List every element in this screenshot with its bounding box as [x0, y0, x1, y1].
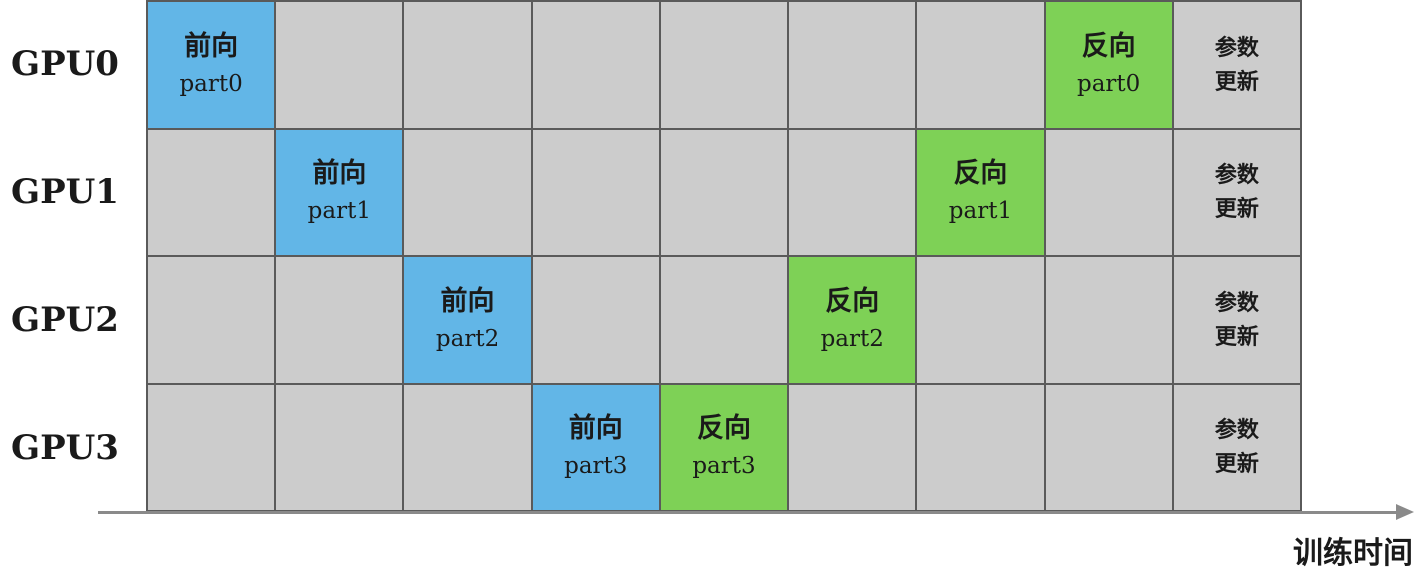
idle-cell [148, 129, 277, 257]
cell-title: 前向 [312, 158, 367, 190]
cell-title: 前向 [440, 285, 495, 317]
time-axis-line [98, 511, 1398, 514]
forward-cell: 前向 part3 [532, 384, 661, 512]
idle-cell [1045, 129, 1174, 257]
idle-cell [276, 384, 405, 512]
backward-cell: 反向 part3 [660, 384, 790, 512]
cell-title: 参数 [1214, 34, 1259, 61]
idle-cell [917, 384, 1046, 512]
cell-title: 反向 [696, 413, 751, 445]
idle-cell [276, 2, 405, 130]
cell-subtitle: 更新 [1214, 451, 1259, 478]
backward-cell: 反向 part0 [1045, 2, 1174, 130]
backward-cell: 反向 part2 [789, 257, 918, 385]
gpu-label: GPU3 [11, 428, 119, 468]
gpu-label: GPU2 [11, 300, 119, 340]
param-update-cell: 参数 更新 [1173, 257, 1302, 385]
time-axis-label: 训练时间 [1293, 536, 1413, 571]
cell-subtitle: part0 [1077, 70, 1141, 97]
cell-title: 参数 [1214, 289, 1259, 316]
cell-subtitle: 更新 [1214, 68, 1259, 95]
forward-cell: 前向 part2 [404, 257, 533, 385]
idle-cell [660, 129, 790, 257]
cell-title: 参数 [1214, 417, 1259, 444]
param-update-cell: 参数 更新 [1173, 129, 1302, 257]
cell-subtitle: part2 [435, 325, 500, 352]
idle-cell [1045, 257, 1174, 385]
idle-cell [532, 2, 661, 130]
idle-cell [789, 2, 918, 130]
gpu-label: GPU1 [11, 172, 119, 212]
idle-cell [148, 257, 277, 385]
idle-cell [1045, 384, 1174, 512]
cell-subtitle: part1 [307, 198, 371, 225]
cell-title: 前向 [568, 413, 623, 445]
cell-title: 反向 [825, 285, 880, 317]
gpu-label: GPU0 [11, 44, 119, 84]
cell-title: 前向 [184, 30, 239, 62]
cell-subtitle: part0 [179, 70, 243, 97]
idle-cell [532, 257, 661, 385]
backward-cell: 反向 part1 [917, 129, 1046, 257]
idle-cell [789, 129, 918, 257]
idle-cell [789, 384, 918, 512]
schedule-grid: 前向 part0 反向 part0 参数 更新 前向 part1 反向 part1 参数 更新 前向 pa… [146, 0, 1302, 512]
cell-subtitle: part3 [692, 453, 756, 480]
pipeline-diagram: GPU0 GPU1 GPU2 GPU3 前向 part0 反向 part0 参数 更新 前向 par… [0, 0, 1417, 571]
forward-cell: 前向 part0 [148, 2, 277, 130]
cell-subtitle: part2 [820, 325, 884, 352]
cell-subtitle: part3 [564, 453, 628, 480]
idle-cell [660, 257, 790, 385]
idle-cell [404, 2, 533, 130]
idle-cell [660, 2, 790, 130]
idle-cell [404, 129, 533, 257]
time-axis-arrow-icon [1396, 504, 1414, 520]
cell-title: 反向 [1081, 30, 1136, 62]
idle-cell [276, 257, 405, 385]
cell-title: 反向 [953, 158, 1008, 190]
idle-cell [917, 257, 1046, 385]
param-update-cell: 参数 更新 [1173, 384, 1302, 512]
forward-cell: 前向 part1 [276, 129, 405, 257]
cell-subtitle: part1 [948, 198, 1013, 225]
cell-subtitle: 更新 [1214, 196, 1259, 223]
idle-cell [148, 384, 277, 512]
idle-cell [532, 129, 661, 257]
idle-cell [404, 384, 533, 512]
cell-subtitle: 更新 [1214, 323, 1259, 350]
cell-title: 参数 [1214, 162, 1259, 189]
param-update-cell: 参数 更新 [1173, 2, 1302, 130]
idle-cell [917, 2, 1046, 130]
